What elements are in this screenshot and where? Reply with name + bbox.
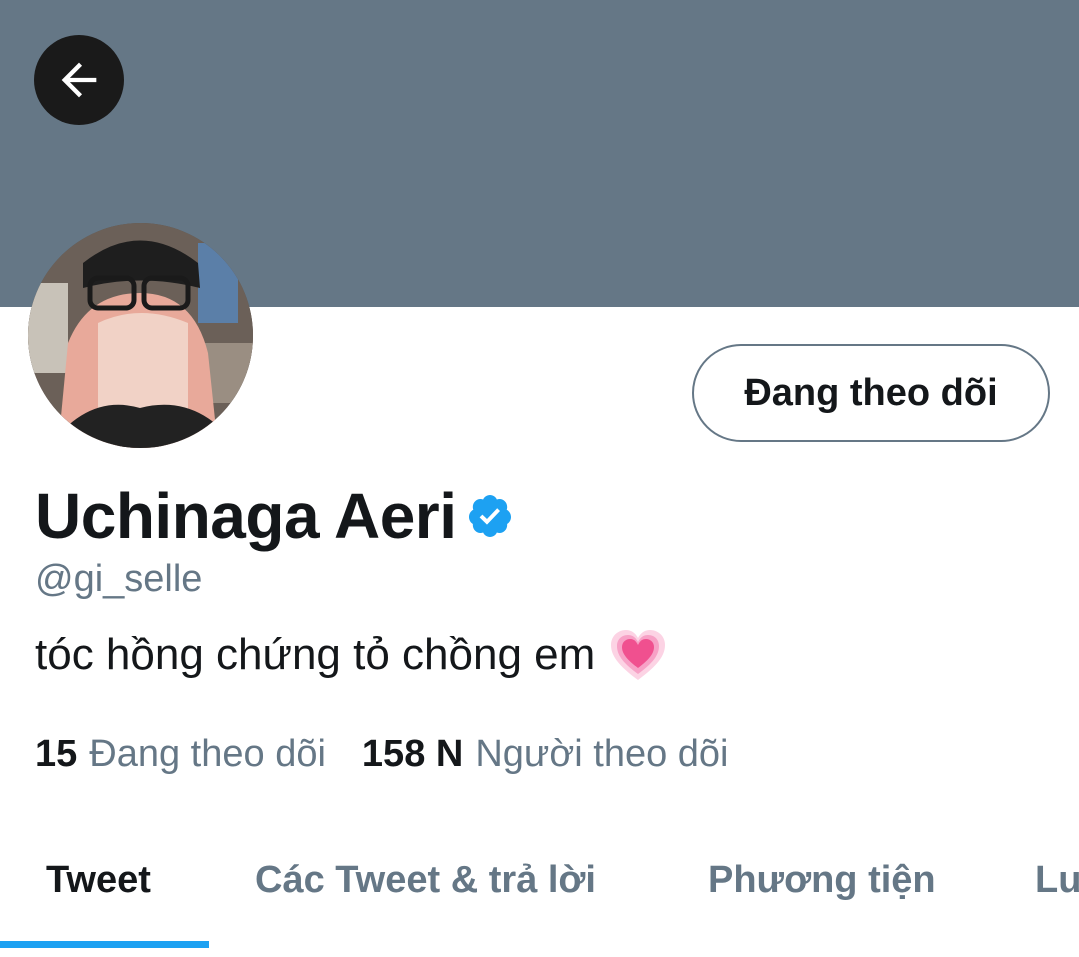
- profile-handle: @gi_selle: [35, 558, 203, 600]
- following-count[interactable]: 15: [35, 733, 77, 776]
- growing-heart-emoji: [611, 630, 666, 680]
- followers-label[interactable]: Người theo dõi: [475, 733, 728, 776]
- followers-count[interactable]: 158 N: [362, 733, 463, 776]
- profile-tabs: Tweet Các Tweet & trả lời Phương tiện Lu: [0, 850, 1079, 950]
- verified-badge-icon: [469, 495, 512, 537]
- profile-bio: tóc hồng chứng tỏ chồng em: [35, 628, 667, 682]
- name-row: Uchinaga Aeri: [35, 476, 514, 556]
- avatar[interactable]: [28, 223, 253, 448]
- tab-likes[interactable]: Lu: [1035, 850, 1079, 910]
- tab-media[interactable]: Phương tiện: [708, 850, 936, 910]
- back-button[interactable]: [34, 35, 124, 125]
- display-name: Uchinaga Aeri: [35, 480, 457, 552]
- following-button[interactable]: Đang theo dõi: [692, 344, 1050, 442]
- active-tab-indicator: [0, 941, 209, 948]
- following-label[interactable]: Đang theo dõi: [89, 733, 326, 776]
- bio-text: tóc hồng chứng tỏ chồng em: [35, 630, 596, 679]
- tab-tweets-and-replies[interactable]: Các Tweet & trả lời: [255, 850, 596, 910]
- tab-tweets[interactable]: Tweet: [46, 850, 151, 910]
- arrow-left-icon: [61, 62, 97, 98]
- avatar-image: [28, 223, 253, 448]
- profile-stats: 15 Đang theo dõi 158 N Người theo dõi: [35, 733, 729, 776]
